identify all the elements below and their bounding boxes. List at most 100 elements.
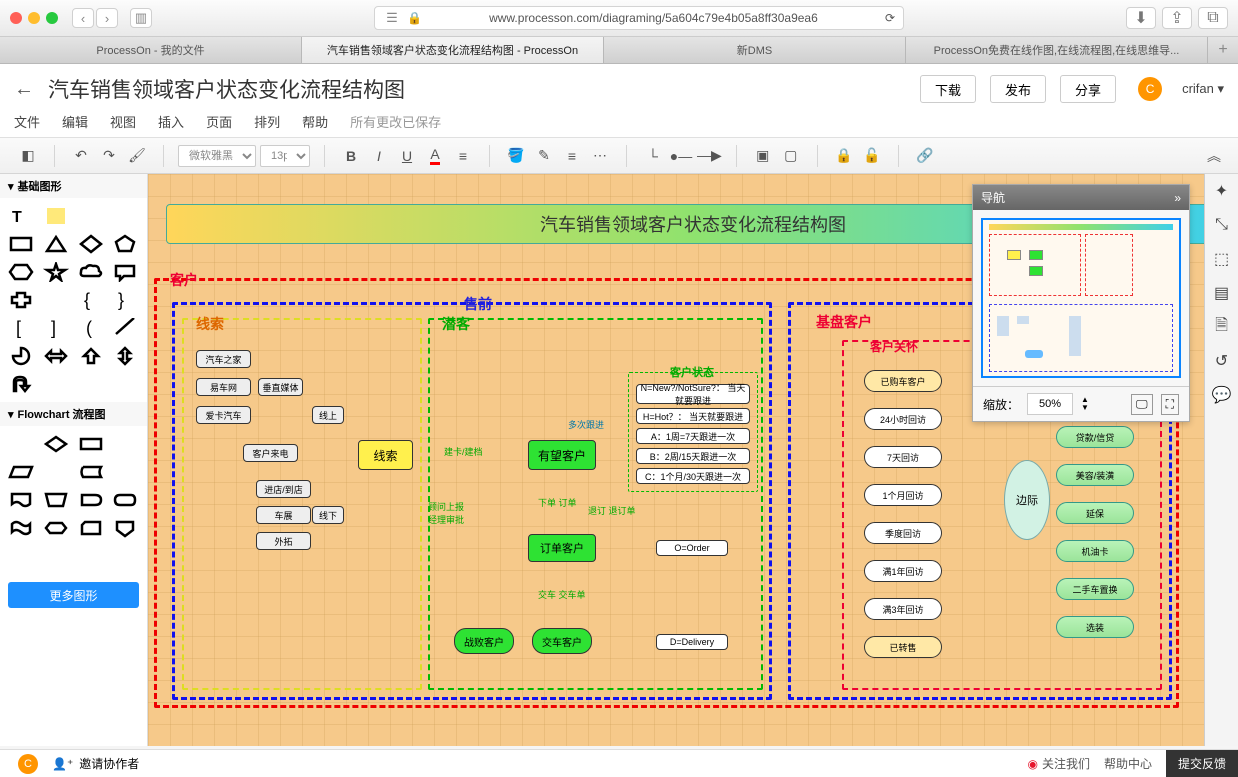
page-icon[interactable]: 🗎 xyxy=(1211,316,1233,338)
download-button[interactable]: 下载 xyxy=(920,75,976,103)
shape-pie[interactable] xyxy=(6,344,36,368)
shape-speech[interactable] xyxy=(110,260,140,284)
browser-back-button[interactable]: ‹ xyxy=(72,8,94,28)
shape-display[interactable] xyxy=(110,488,140,512)
shape-connector[interactable] xyxy=(110,432,140,456)
publish-button[interactable]: 发布 xyxy=(990,75,1046,103)
right-item[interactable]: 选装 xyxy=(1056,616,1134,638)
format-painter-icon[interactable]: 🖌 xyxy=(125,144,149,168)
unlock-icon[interactable]: 🔓 xyxy=(860,144,884,168)
new-tab-button[interactable]: + xyxy=(1208,37,1238,63)
navigator-thumbnail[interactable] xyxy=(981,218,1181,378)
shape-text[interactable]: T xyxy=(6,204,36,228)
follow-us[interactable]: ◉关注我们 xyxy=(1027,755,1090,772)
comment-icon[interactable]: 💬 xyxy=(1211,384,1233,406)
shape-hexagon[interactable] xyxy=(6,260,36,284)
shape-diamond[interactable] xyxy=(76,232,106,256)
right-item[interactable]: 二手车置换 xyxy=(1056,578,1134,600)
shape-fill-icon[interactable]: ◧ xyxy=(16,144,40,168)
care-step[interactable]: 季度回访 xyxy=(864,522,942,544)
more-shapes-button[interactable]: 更多图形 xyxy=(8,582,139,608)
tabs-icon[interactable]: ⧉ xyxy=(1198,7,1228,29)
frame-icon[interactable]: ⬚ xyxy=(1211,248,1233,270)
shape-paren[interactable]: ( xyxy=(76,316,106,340)
maximize-window-icon[interactable] xyxy=(46,12,58,24)
shape-rect[interactable] xyxy=(110,204,140,228)
shape-stored[interactable] xyxy=(76,460,106,484)
tab-item[interactable]: 汽车销售领域客户状态变化流程结构图 - ProcessOn xyxy=(302,37,604,63)
avatar[interactable]: C xyxy=(1138,77,1162,101)
status-row[interactable]: H=Hot？： 当天就要跟进 xyxy=(636,408,750,424)
shape-predefined[interactable] xyxy=(41,460,71,484)
care-step[interactable]: 7天回访 xyxy=(864,446,942,468)
shape-card[interactable] xyxy=(76,516,106,540)
layers-icon[interactable]: ▤ xyxy=(1211,282,1233,304)
shape-line[interactable] xyxy=(110,316,140,340)
source-node[interactable]: 易车网 xyxy=(196,378,251,396)
line-weight-icon[interactable]: ≡ xyxy=(560,144,584,168)
address-url[interactable]: www.processon.com/diagraming/5a604c79e4b… xyxy=(428,11,879,25)
menu-file[interactable]: 文件 xyxy=(14,112,40,131)
status-row[interactable]: O=Order xyxy=(656,540,728,556)
shape-bracket-r[interactable]: ] xyxy=(41,316,71,340)
shape-tape[interactable] xyxy=(6,516,36,540)
tab-item[interactable]: ProcessOn - 我的文件 xyxy=(0,37,302,63)
fail-node[interactable]: 战败客户 xyxy=(454,628,514,654)
share-icon[interactable]: ⇪ xyxy=(1162,7,1192,29)
download-icon[interactable]: ⬇ xyxy=(1126,7,1156,29)
link-icon[interactable]: 🔗 xyxy=(913,144,937,168)
source-node[interactable]: 进店/到店 xyxy=(256,480,311,498)
back-button[interactable]: ← xyxy=(14,78,34,101)
reload-icon[interactable]: ⟳ xyxy=(885,11,895,25)
shape-pentagon[interactable] xyxy=(110,232,140,256)
line-color-icon[interactable]: ✎ xyxy=(532,144,556,168)
care-step[interactable]: 满3年回访 xyxy=(864,598,942,620)
compass-icon[interactable]: ✦ xyxy=(1211,180,1233,202)
user-name[interactable]: crifan ▾ xyxy=(1182,81,1224,97)
tab-item[interactable]: ProcessOn免费在线作图,在线流程图,在线思维导... xyxy=(906,37,1208,63)
redo-icon[interactable]: ↷ xyxy=(97,144,121,168)
fit-screen-icon[interactable]: 🖵 xyxy=(1131,394,1153,415)
minimize-window-icon[interactable] xyxy=(28,12,40,24)
menu-help[interactable]: 帮助 xyxy=(302,112,328,131)
shape-small-circle[interactable] xyxy=(110,544,140,568)
channel-node[interactable]: 线下 xyxy=(312,506,344,524)
menu-arrange[interactable]: 排列 xyxy=(254,112,280,131)
right-item[interactable]: 延保 xyxy=(1056,502,1134,524)
menu-page[interactable]: 页面 xyxy=(206,112,232,131)
source-node[interactable]: 客户来电 xyxy=(243,444,298,462)
lead-node[interactable]: 线索 xyxy=(358,440,413,470)
undo-icon[interactable]: ↶ xyxy=(69,144,93,168)
font-selector[interactable]: 微软雅黑 xyxy=(178,145,256,167)
status-row[interactable]: N=New?/NotSure?： 当天就要跟进 xyxy=(636,384,750,404)
shape-thought[interactable] xyxy=(41,288,71,312)
shape-note[interactable] xyxy=(41,204,71,228)
help-center[interactable]: 帮助中心 xyxy=(1104,755,1152,772)
bold-icon[interactable]: B xyxy=(339,144,363,168)
care-step[interactable]: 已购车客户 xyxy=(864,370,942,392)
invite-collaborator[interactable]: 👤⁺邀请协作者 xyxy=(52,755,139,772)
shape-internal[interactable] xyxy=(110,460,140,484)
navigator-collapse-icon[interactable]: » xyxy=(1174,191,1181,205)
menu-insert[interactable]: 插入 xyxy=(158,112,184,131)
outline-icon[interactable]: ⤡ xyxy=(1211,214,1233,236)
shape-triangle[interactable] xyxy=(41,232,71,256)
care-step[interactable]: 24小时回访 xyxy=(864,408,942,430)
status-row[interactable]: B：2周/15天跟进一次 xyxy=(636,448,750,464)
line-end-icon[interactable]: ●— xyxy=(669,144,693,168)
shape-doc[interactable] xyxy=(6,488,36,512)
shape-cross[interactable] xyxy=(6,288,36,312)
shape-db[interactable] xyxy=(76,544,106,568)
shape-data[interactable] xyxy=(6,460,36,484)
font-size-selector[interactable]: 13px xyxy=(260,145,310,167)
care-step[interactable]: 满1年回访 xyxy=(864,560,942,582)
close-window-icon[interactable] xyxy=(10,12,22,24)
lock-icon[interactable]: 🔒 xyxy=(832,144,856,168)
send-back-icon[interactable]: ▢ xyxy=(779,144,803,168)
shape-offpage[interactable] xyxy=(110,516,140,540)
shape-arrow-ud[interactable] xyxy=(110,344,140,368)
feedback-button[interactable]: 提交反馈 xyxy=(1166,750,1238,777)
italic-icon[interactable]: I xyxy=(367,144,391,168)
right-item[interactable]: 贷款/信贷 xyxy=(1056,426,1134,448)
right-item[interactable]: 美容/装潢 xyxy=(1056,464,1134,486)
